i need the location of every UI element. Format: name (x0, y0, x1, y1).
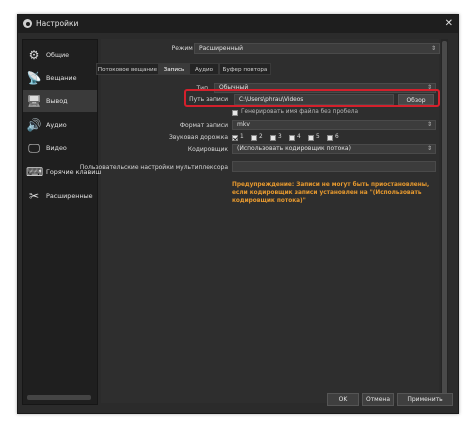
encoder-select[interactable]: (Использовать кодировщик потока) ⇕ (232, 144, 436, 154)
no-space-filename-checkbox[interactable] (232, 110, 238, 116)
sidebar-item-label: Аудио (46, 121, 67, 129)
sidebar-item-advanced[interactable]: ✂ Расширенные (23, 185, 97, 207)
obs-logo-icon (23, 19, 32, 28)
track-1-label: 1 (240, 134, 244, 140)
settings-sidebar: ⚙ Общие 📡 Вещание 🖥 Вывод 🔊 Аудио 🖵 Виде… (22, 39, 101, 405)
output-mode-select[interactable]: Расширенный ⇕ (194, 43, 440, 54)
sidebar-item-video[interactable]: 🖵 Видео (23, 137, 97, 159)
settings-window: Настройки ✕ ⚙ Общие 📡 Вещание 🖥 Вывод 🔊 … (17, 14, 459, 414)
sidebar-item-stream[interactable]: 📡 Вещание (23, 67, 97, 89)
track-6-label: 6 (335, 134, 339, 140)
monitor-icon: 🖵 (28, 141, 40, 155)
recording-format-label: Формат записи (179, 122, 228, 129)
track-2-checkbox[interactable] (251, 135, 257, 141)
sidebar-item-label: Вывод (46, 97, 68, 105)
tab-recording[interactable]: Запись (159, 63, 189, 75)
apply-button[interactable]: Применить (397, 393, 453, 406)
track-3-label: 3 (278, 134, 282, 140)
encoder-value: (Использовать кодировщик потока) (237, 145, 351, 152)
content-scrollbar[interactable] (441, 39, 448, 403)
encoder-label: Кодировщик (187, 146, 228, 153)
sidebar-item-audio[interactable]: 🔊 Аудио (23, 114, 97, 136)
title-bar: Настройки ✕ (18, 15, 458, 33)
pause-warning-text: Предупреждение: Записи не могут быть при… (232, 182, 430, 204)
cancel-button[interactable]: Отмена (362, 393, 394, 406)
highlight-annotation-box (184, 89, 440, 107)
track-4-label: 4 (297, 134, 301, 140)
tab-replay-buffer[interactable]: Буфер повтора (219, 63, 271, 75)
output-mode-value: Расширенный (199, 45, 243, 52)
track-2-label: 2 (259, 134, 263, 140)
output-icon: 🖥 (26, 94, 42, 108)
keyboard-icon: ⌨ (26, 165, 44, 179)
sidebar-item-label: Расширенные (46, 192, 93, 200)
chevron-updown-icon: ⇕ (426, 145, 432, 152)
chevron-updown-icon: ⇕ (426, 121, 432, 128)
sidebar-item-output[interactable]: 🖥 Вывод (23, 90, 97, 112)
sidebar-scrollbar[interactable] (27, 395, 91, 400)
sidebar-item-label: Вещание (46, 74, 77, 82)
track-5-checkbox[interactable] (308, 135, 314, 141)
track-1-checkbox[interactable] (232, 135, 238, 141)
sidebar-item-general[interactable]: ⚙ Общие (23, 44, 97, 66)
track-6-checkbox[interactable] (327, 135, 333, 141)
sidebar-item-label: Общие (46, 51, 70, 59)
sidebar-item-label: Видео (46, 144, 67, 152)
audio-track-label: Звуковая дорожка (169, 134, 228, 141)
broadcast-icon: 📡 (26, 71, 42, 85)
window-title: Настройки (36, 19, 79, 28)
gear-icon: ⚙ (28, 48, 40, 62)
muxer-settings-label: Пользовательские настройки мультиплексор… (79, 164, 228, 171)
tab-streaming[interactable]: Потоковое вещание (96, 63, 159, 75)
tools-icon: ✂ (28, 189, 40, 203)
chevron-updown-icon: ⇕ (430, 45, 436, 52)
no-space-filename-label: Генерировать имя файла без пробела (241, 109, 359, 115)
speaker-icon: 🔊 (26, 118, 42, 132)
recording-format-select[interactable]: mkv ⇕ (232, 120, 436, 130)
recording-format-value: mkv (237, 121, 250, 128)
ok-button[interactable]: OK (327, 393, 359, 406)
tab-audio[interactable]: Аудио (189, 63, 219, 75)
track-5-label: 5 (316, 134, 320, 140)
close-icon[interactable]: ✕ (445, 15, 453, 33)
muxer-settings-input[interactable] (232, 161, 436, 172)
track-3-checkbox[interactable] (270, 135, 276, 141)
track-4-checkbox[interactable] (289, 135, 295, 141)
scrollbar-thumb[interactable] (442, 41, 447, 401)
